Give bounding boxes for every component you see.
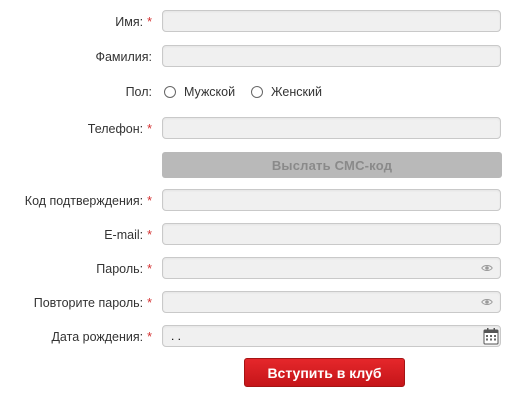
calendar-icon[interactable] bbox=[483, 327, 499, 345]
required-mark: * bbox=[147, 228, 152, 242]
password-repeat-row: Повторите пароль: * bbox=[0, 291, 513, 315]
birth-date-row: Дата рождения: * bbox=[0, 325, 513, 349]
registration-form: Имя: * Фамилия: Пол: Мужской Женский Теле… bbox=[0, 0, 513, 394]
confirmation-code-input[interactable] bbox=[162, 189, 501, 211]
password-label: Пароль: * bbox=[96, 262, 152, 276]
join-club-button[interactable]: Вступить в клуб bbox=[244, 358, 405, 387]
radio-male-label[interactable]: Мужской bbox=[184, 85, 235, 99]
gender-label: Пол: bbox=[125, 85, 152, 99]
required-mark: * bbox=[147, 122, 152, 136]
required-mark: * bbox=[147, 262, 152, 276]
password-row: Пароль: * bbox=[0, 257, 513, 281]
radio-male[interactable] bbox=[164, 86, 176, 98]
required-mark: * bbox=[147, 330, 152, 344]
gender-option-male[interactable]: Мужской bbox=[164, 80, 235, 104]
code-label: Код подтверждения: * bbox=[24, 194, 152, 208]
required-mark: * bbox=[147, 15, 152, 29]
birth-date-label: Дата рождения: * bbox=[51, 330, 152, 344]
email-input[interactable] bbox=[162, 223, 501, 245]
phone-input[interactable] bbox=[162, 117, 501, 139]
last-name-input[interactable] bbox=[162, 45, 501, 67]
phone-row: Телефон: * bbox=[0, 117, 513, 141]
required-mark: * bbox=[147, 296, 152, 310]
first-name-row: Имя: * bbox=[0, 10, 513, 34]
password-repeat-input[interactable] bbox=[162, 291, 501, 313]
required-mark: * bbox=[147, 194, 152, 208]
last-name-label: Фамилия: bbox=[95, 50, 152, 64]
gender-row: Пол: Мужской Женский bbox=[0, 80, 513, 104]
phone-label: Телефон: * bbox=[87, 122, 152, 136]
code-row: Код подтверждения: * bbox=[0, 189, 513, 213]
password-input[interactable] bbox=[162, 257, 501, 279]
last-name-row: Фамилия: bbox=[0, 45, 513, 69]
password-repeat-label: Повторите пароль: * bbox=[33, 296, 152, 310]
email-row: E-mail: * bbox=[0, 223, 513, 247]
radio-female-label[interactable]: Женский bbox=[271, 85, 322, 99]
email-label: E-mail: * bbox=[104, 228, 152, 242]
radio-female[interactable] bbox=[251, 86, 263, 98]
send-sms-code-button[interactable]: Выслать СМС-код bbox=[162, 152, 502, 178]
first-name-input[interactable] bbox=[162, 10, 501, 32]
birth-date-input[interactable] bbox=[162, 325, 501, 347]
gender-option-female[interactable]: Женский bbox=[251, 80, 322, 104]
first-name-label: Имя: * bbox=[115, 15, 152, 29]
